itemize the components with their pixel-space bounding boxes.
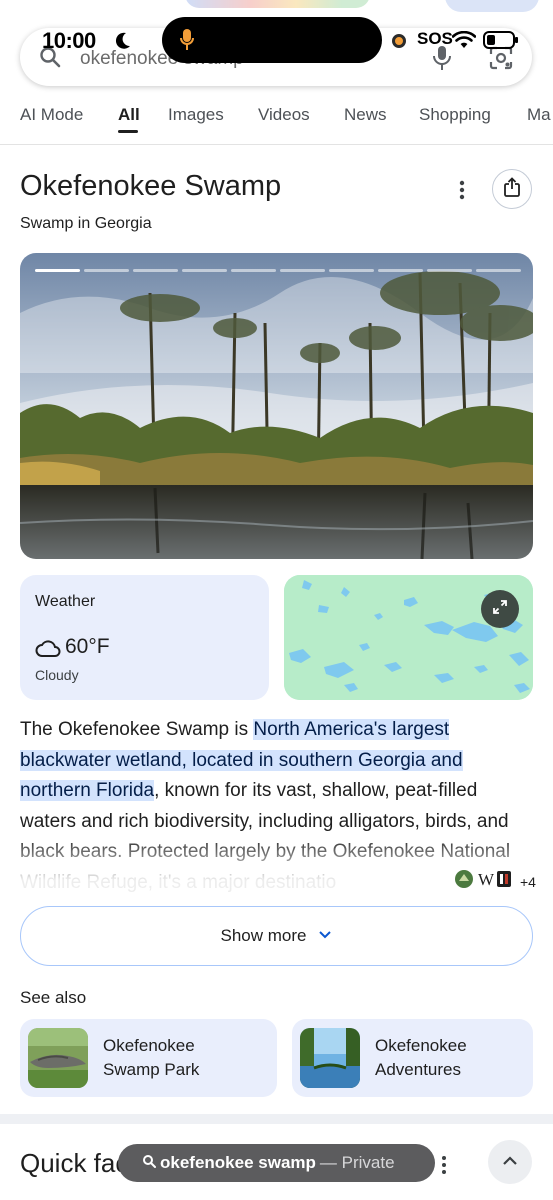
dynamic-island (162, 17, 382, 63)
see-also-heading: See also (20, 988, 87, 1007)
svg-text:W: W (478, 870, 494, 889)
weather-temperature: 60°F (65, 635, 110, 658)
see-also-item[interactable]: Okefenokee Adventures (292, 1019, 533, 1097)
show-more-label: Show more (220, 926, 307, 945)
tab-news[interactable]: News (344, 105, 387, 125)
weather-condition: Cloudy (35, 667, 79, 683)
see-also-label-line2: Adventures (375, 1060, 461, 1079)
alligator-thumbnail (28, 1028, 88, 1088)
recording-indicator (392, 34, 406, 48)
tab-shopping[interactable]: Shopping (419, 105, 491, 125)
microphone-in-use-icon (180, 29, 194, 56)
photo-carousel-indicator (35, 269, 521, 272)
see-also-label-line1: Okefenokee (103, 1036, 195, 1055)
more-sources-count: +4 (520, 873, 536, 890)
see-also-label-line2: Swamp Park (103, 1060, 200, 1079)
search-tabs: AI Mode All Images Videos News Shopping … (0, 95, 553, 145)
battery-icon (483, 31, 519, 54)
focus-moon-icon (112, 31, 132, 56)
share-icon (503, 176, 521, 202)
bottom-search-bar[interactable]: okefenokee swamp — Private (118, 1144, 435, 1182)
see-also-label: Okefenokee Adventures (375, 1034, 467, 1082)
tab-videos[interactable]: Videos (258, 105, 310, 125)
show-more-button[interactable]: Show more (20, 906, 533, 966)
cloud-icon (35, 638, 61, 663)
tab-images[interactable]: Images (168, 105, 224, 125)
map-thumbnail[interactable] (284, 575, 533, 700)
more-options-icon[interactable] (452, 178, 472, 207)
private-mode-label: — Private (319, 1153, 395, 1172)
wikipedia-icon: W (476, 869, 495, 894)
weather-label: Weather (35, 593, 96, 610)
refuge-logo-icon (454, 869, 474, 894)
entity-subtitle: Swamp in Georgia (20, 215, 152, 232)
active-tab-indicator (118, 130, 138, 133)
weather-card[interactable]: Weather 60°F Cloudy (20, 575, 269, 700)
top-area: okefenokee swamp 10:00 SOS (0, 0, 553, 95)
status-time: 10:00 (42, 28, 96, 53)
bottom-search-query: okefenokee swamp (160, 1153, 316, 1172)
chevron-down-icon (318, 927, 332, 945)
entity-photo[interactable] (20, 253, 533, 559)
page-title: Okefenokee Swamp (20, 170, 282, 202)
see-also-item[interactable]: Okefenokee Swamp Park (20, 1019, 277, 1097)
see-also-label-line1: Okefenokee (375, 1036, 467, 1055)
chevron-up-icon (502, 1153, 518, 1171)
section-divider (0, 1114, 553, 1124)
see-also-label: Okefenokee Swamp Park (103, 1034, 199, 1082)
share-button[interactable] (492, 169, 532, 209)
tab-ai-mode[interactable]: AI Mode (20, 105, 83, 125)
search-icon (142, 1154, 156, 1173)
google-logo (185, 0, 370, 8)
voice-search-icon[interactable] (432, 45, 452, 76)
sos-indicator: SOS (417, 29, 453, 48)
tab-all[interactable]: All (118, 105, 140, 125)
expand-map-button[interactable] (481, 590, 519, 628)
scroll-to-top-button[interactable] (488, 1140, 532, 1184)
source-favicons[interactable]: W +4 (450, 869, 536, 894)
swamp-boat-thumbnail (300, 1028, 360, 1088)
tab-maps[interactable]: Ma (527, 105, 551, 125)
account-chip[interactable] (445, 0, 539, 12)
wifi-icon (451, 30, 477, 54)
expand-icon (492, 599, 508, 620)
description-intro: The Okefenokee Swamp is (20, 719, 254, 740)
park-sign-icon (496, 869, 512, 894)
more-options-icon[interactable] (437, 1154, 451, 1181)
